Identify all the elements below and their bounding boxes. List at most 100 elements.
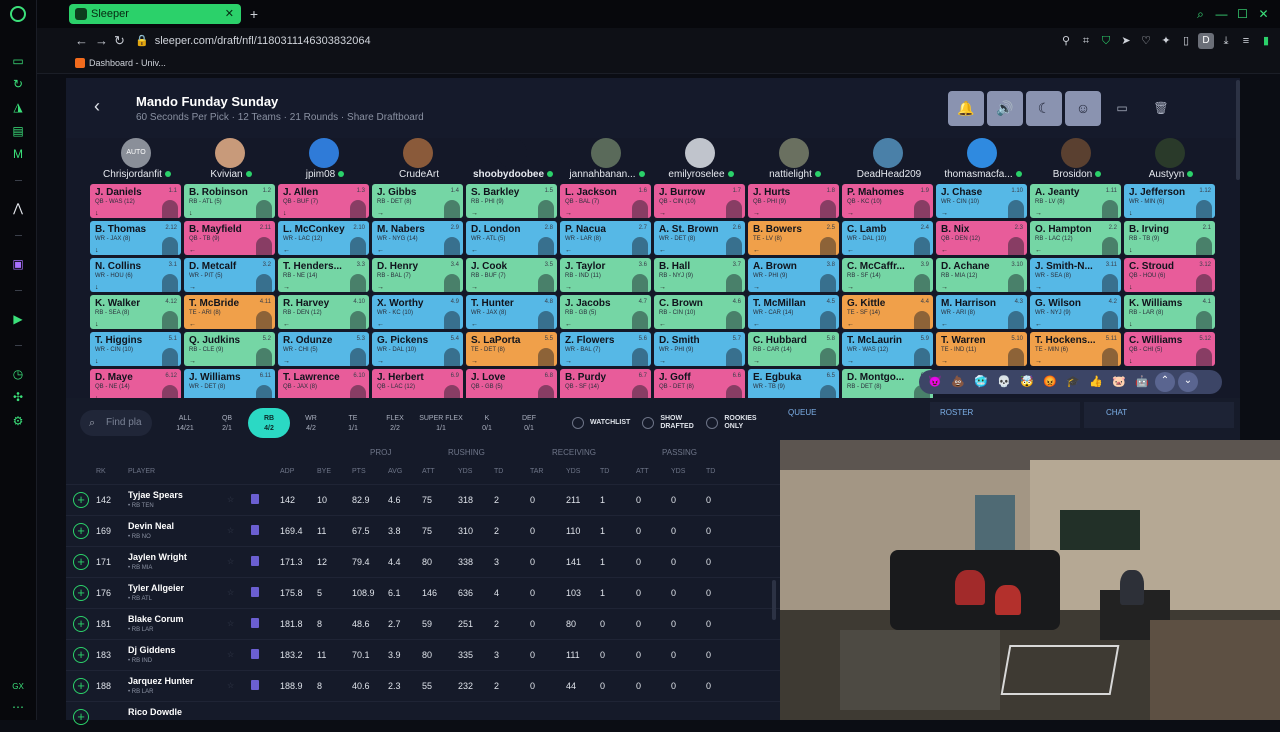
- position-filter[interactable]: RB 4/2: [248, 408, 290, 438]
- opera-logo-icon[interactable]: [10, 6, 26, 22]
- player-name[interactable]: Jaylen Wright: [128, 552, 187, 562]
- emoji-reaction[interactable]: 🐷: [1109, 373, 1129, 391]
- more-icon[interactable]: ⋯: [11, 700, 25, 714]
- emoji-reaction[interactable]: 🤖: [1132, 373, 1152, 391]
- team-3[interactable]: jpim08: [278, 138, 372, 182]
- table-row[interactable]: +188 Jarquez Hunter • RB LAR ☆ 188.9 8 40.6 2.3…: [66, 670, 780, 701]
- col-player[interactable]: PLAYER: [128, 468, 155, 475]
- pick-cell[interactable]: T. Hunter WR - JAX (8) 4.8 ←: [466, 295, 557, 329]
- pick-cell[interactable]: C. Hubbard RB - CAR (14) 5.8 →: [748, 332, 839, 366]
- sound-icon[interactable]: 🔊: [987, 91, 1023, 126]
- add-player-icon[interactable]: +: [73, 709, 89, 725]
- team-9[interactable]: DeadHead209: [842, 138, 936, 182]
- team-5[interactable]: shoobydoobee: [466, 138, 560, 182]
- maximize-icon[interactable]: ☐: [1232, 0, 1253, 28]
- pick-cell[interactable]: A. Jeanty RB - LV (8) 1.11 →: [1030, 184, 1121, 218]
- table-row[interactable]: +176 Tyler Allgeier • RB ATL ☆ 175.8 5 108.9 6.…: [66, 577, 780, 608]
- watchlist-toggle[interactable]: WATCHLIST: [572, 415, 630, 431]
- heart-icon[interactable]: ♡: [1138, 33, 1154, 49]
- pick-cell[interactable]: J. Allen QB - BUF (7) 1.3 ↓: [278, 184, 369, 218]
- team-8[interactable]: nattielight: [748, 138, 842, 182]
- aria-icon[interactable]: ⋀: [11, 201, 25, 215]
- pin-icon[interactable]: ⚲: [1058, 33, 1074, 49]
- pick-cell[interactable]: J. Jacobs RB - GB (5) 4.7 ←: [560, 295, 651, 329]
- team-10[interactable]: thomasmacfa...: [936, 138, 1030, 182]
- limiter-icon[interactable]: ↻: [11, 77, 25, 91]
- pick-cell[interactable]: R. Odunze WR - CHI (5) 5.3 →: [278, 332, 369, 366]
- tab-chat[interactable]: CHAT: [1106, 408, 1127, 417]
- tab-queue[interactable]: QUEUE: [788, 408, 816, 417]
- draft-subtitle[interactable]: 60 Seconds Per Pick · 12 Teams · 21 Roun…: [136, 112, 424, 123]
- new-tab-button[interactable]: +: [245, 4, 263, 24]
- pick-cell[interactable]: G. Kittle TE - SF (14) 4.4 ←: [842, 295, 933, 329]
- pick-cell[interactable]: B. Irving RB - TB (9) 2.1 ↓: [1124, 221, 1215, 255]
- star-icon[interactable]: ☆: [227, 650, 234, 659]
- col-patt[interactable]: ATT: [636, 468, 649, 475]
- chevron-down-icon[interactable]: ⌄: [1178, 372, 1198, 392]
- pick-cell[interactable]: K. Walker RB - SEA (8) 4.12 ↓: [90, 295, 181, 329]
- col-att[interactable]: ATT: [422, 468, 435, 475]
- col-td[interactable]: TD: [494, 468, 503, 475]
- pick-cell[interactable]: O. Hampton RB - LAC (12) 2.2 ←: [1030, 221, 1121, 255]
- pick-cell[interactable]: G. Wilson WR - NYJ (9) 4.2 ←: [1030, 295, 1121, 329]
- pick-cell[interactable]: B. Thomas WR - JAX (8) 2.12 ↓: [90, 221, 181, 255]
- pick-cell[interactable]: K. Williams RB - LAR (8) 4.1 ↓: [1124, 295, 1215, 329]
- pick-cell[interactable]: R. Harvey RB - DEN (12) 4.10 ←: [278, 295, 369, 329]
- table-row[interactable]: +142 Tyjae Spears • RB TEN ☆ 142 10 82.9 4.6 75 3…: [66, 484, 780, 515]
- player-name[interactable]: Devin Neal: [128, 521, 174, 531]
- team-12[interactable]: Austyyn: [1124, 138, 1218, 182]
- history-icon[interactable]: ◷: [11, 367, 25, 381]
- pick-cell[interactable]: E. EgbukaWR - TB (9)6.5←: [748, 369, 839, 398]
- col-pyds[interactable]: YDS: [671, 468, 685, 475]
- pick-cell[interactable]: N. Collins WR - HOU (6) 3.1 ↓: [90, 258, 181, 292]
- rookies-only-toggle[interactable]: ROOKIES ONLY: [706, 415, 758, 431]
- table-row[interactable]: + Rico Dowdle: [66, 701, 780, 732]
- pick-cell[interactable]: M. Harrison WR - ARI (8) 4.3 ←: [936, 295, 1027, 329]
- add-player-icon[interactable]: +: [73, 554, 89, 570]
- player-name[interactable]: Rico Dowdle: [128, 707, 182, 717]
- emoji-reaction[interactable]: 😈: [925, 373, 945, 391]
- add-player-icon[interactable]: +: [73, 492, 89, 508]
- team-2[interactable]: Kvivian: [184, 138, 278, 182]
- pick-cell[interactable]: D. Henry RB - BAL (7) 3.4 →: [372, 258, 463, 292]
- col-bye[interactable]: BYE: [317, 468, 331, 475]
- player-name[interactable]: Blake Corum: [128, 614, 184, 624]
- emoji-reaction[interactable]: 😡: [1040, 373, 1060, 391]
- emoji-reaction[interactable]: 👍: [1086, 373, 1106, 391]
- back-icon[interactable]: ←: [75, 33, 88, 48]
- col-adp[interactable]: ADP: [280, 468, 294, 475]
- add-player-icon[interactable]: +: [73, 678, 89, 694]
- twitch-icon[interactable]: ▤: [11, 124, 25, 138]
- pick-cell[interactable]: P. Mahomes QB - KC (10) 1.9 →: [842, 184, 933, 218]
- star-icon[interactable]: ☆: [227, 588, 234, 597]
- search-icon[interactable]: ⌕: [1190, 0, 1211, 28]
- pick-cell[interactable]: T. McLaurin WR - WAS (12) 5.9 →: [842, 332, 933, 366]
- note-icon[interactable]: [251, 525, 259, 535]
- twitch-app-icon[interactable]: ▣: [11, 257, 25, 271]
- star-icon[interactable]: ☆: [227, 495, 234, 504]
- pick-cell[interactable]: A. Brown WR - PHI (9) 3.8 →: [748, 258, 839, 292]
- pick-cell[interactable]: J. Burrow QB - CIN (10) 1.7 →: [654, 184, 745, 218]
- pick-cell[interactable]: T. Henders... RB - NE (14) 3.3 →: [278, 258, 369, 292]
- table-row[interactable]: +171 Jaylen Wright • RB MIA ☆ 171.3 12 79.4 4.4…: [66, 546, 780, 577]
- emoji-reaction[interactable]: 🥶: [971, 373, 991, 391]
- pick-cell[interactable]: J. Chase WR - CIN (10) 1.10 →: [936, 184, 1027, 218]
- extensions-icon[interactable]: ✣: [11, 390, 25, 404]
- add-player-icon[interactable]: +: [73, 523, 89, 539]
- team-11[interactable]: Brosidon: [1030, 138, 1124, 182]
- gx-control-icon[interactable]: ▮: [1258, 33, 1274, 49]
- pick-cell[interactable]: T. McMillan WR - CAR (14) 4.5 ←: [748, 295, 839, 329]
- vpn-icon[interactable]: ⛉: [1098, 33, 1114, 49]
- pick-cell[interactable]: J. Smith-N... WR - SEA (8) 3.11 →: [1030, 258, 1121, 292]
- pick-cell[interactable]: D. Achane RB - MIA (12) 3.10 →: [936, 258, 1027, 292]
- col-yds[interactable]: YDS: [458, 468, 472, 475]
- pick-cell[interactable]: B. Robinson RB - ATL (5) 1.2 ↓: [184, 184, 275, 218]
- pick-cell[interactable]: S. Barkley RB - PHI (9) 1.5 →: [466, 184, 557, 218]
- add-player-icon[interactable]: +: [73, 616, 89, 632]
- emoji-reaction[interactable]: 🎓: [1063, 373, 1083, 391]
- pick-cell[interactable]: J. Daniels QB - WAS (12) 1.1 ↓: [90, 184, 181, 218]
- emoji-reaction[interactable]: 💀: [994, 373, 1014, 391]
- table-row[interactable]: +169 Devin Neal • RB NO ☆ 169.4 11 67.5 3.8 75 31…: [66, 515, 780, 546]
- menu-icon[interactable]: ≡: [1238, 33, 1254, 49]
- position-filter[interactable]: DEF 0/1: [508, 408, 550, 438]
